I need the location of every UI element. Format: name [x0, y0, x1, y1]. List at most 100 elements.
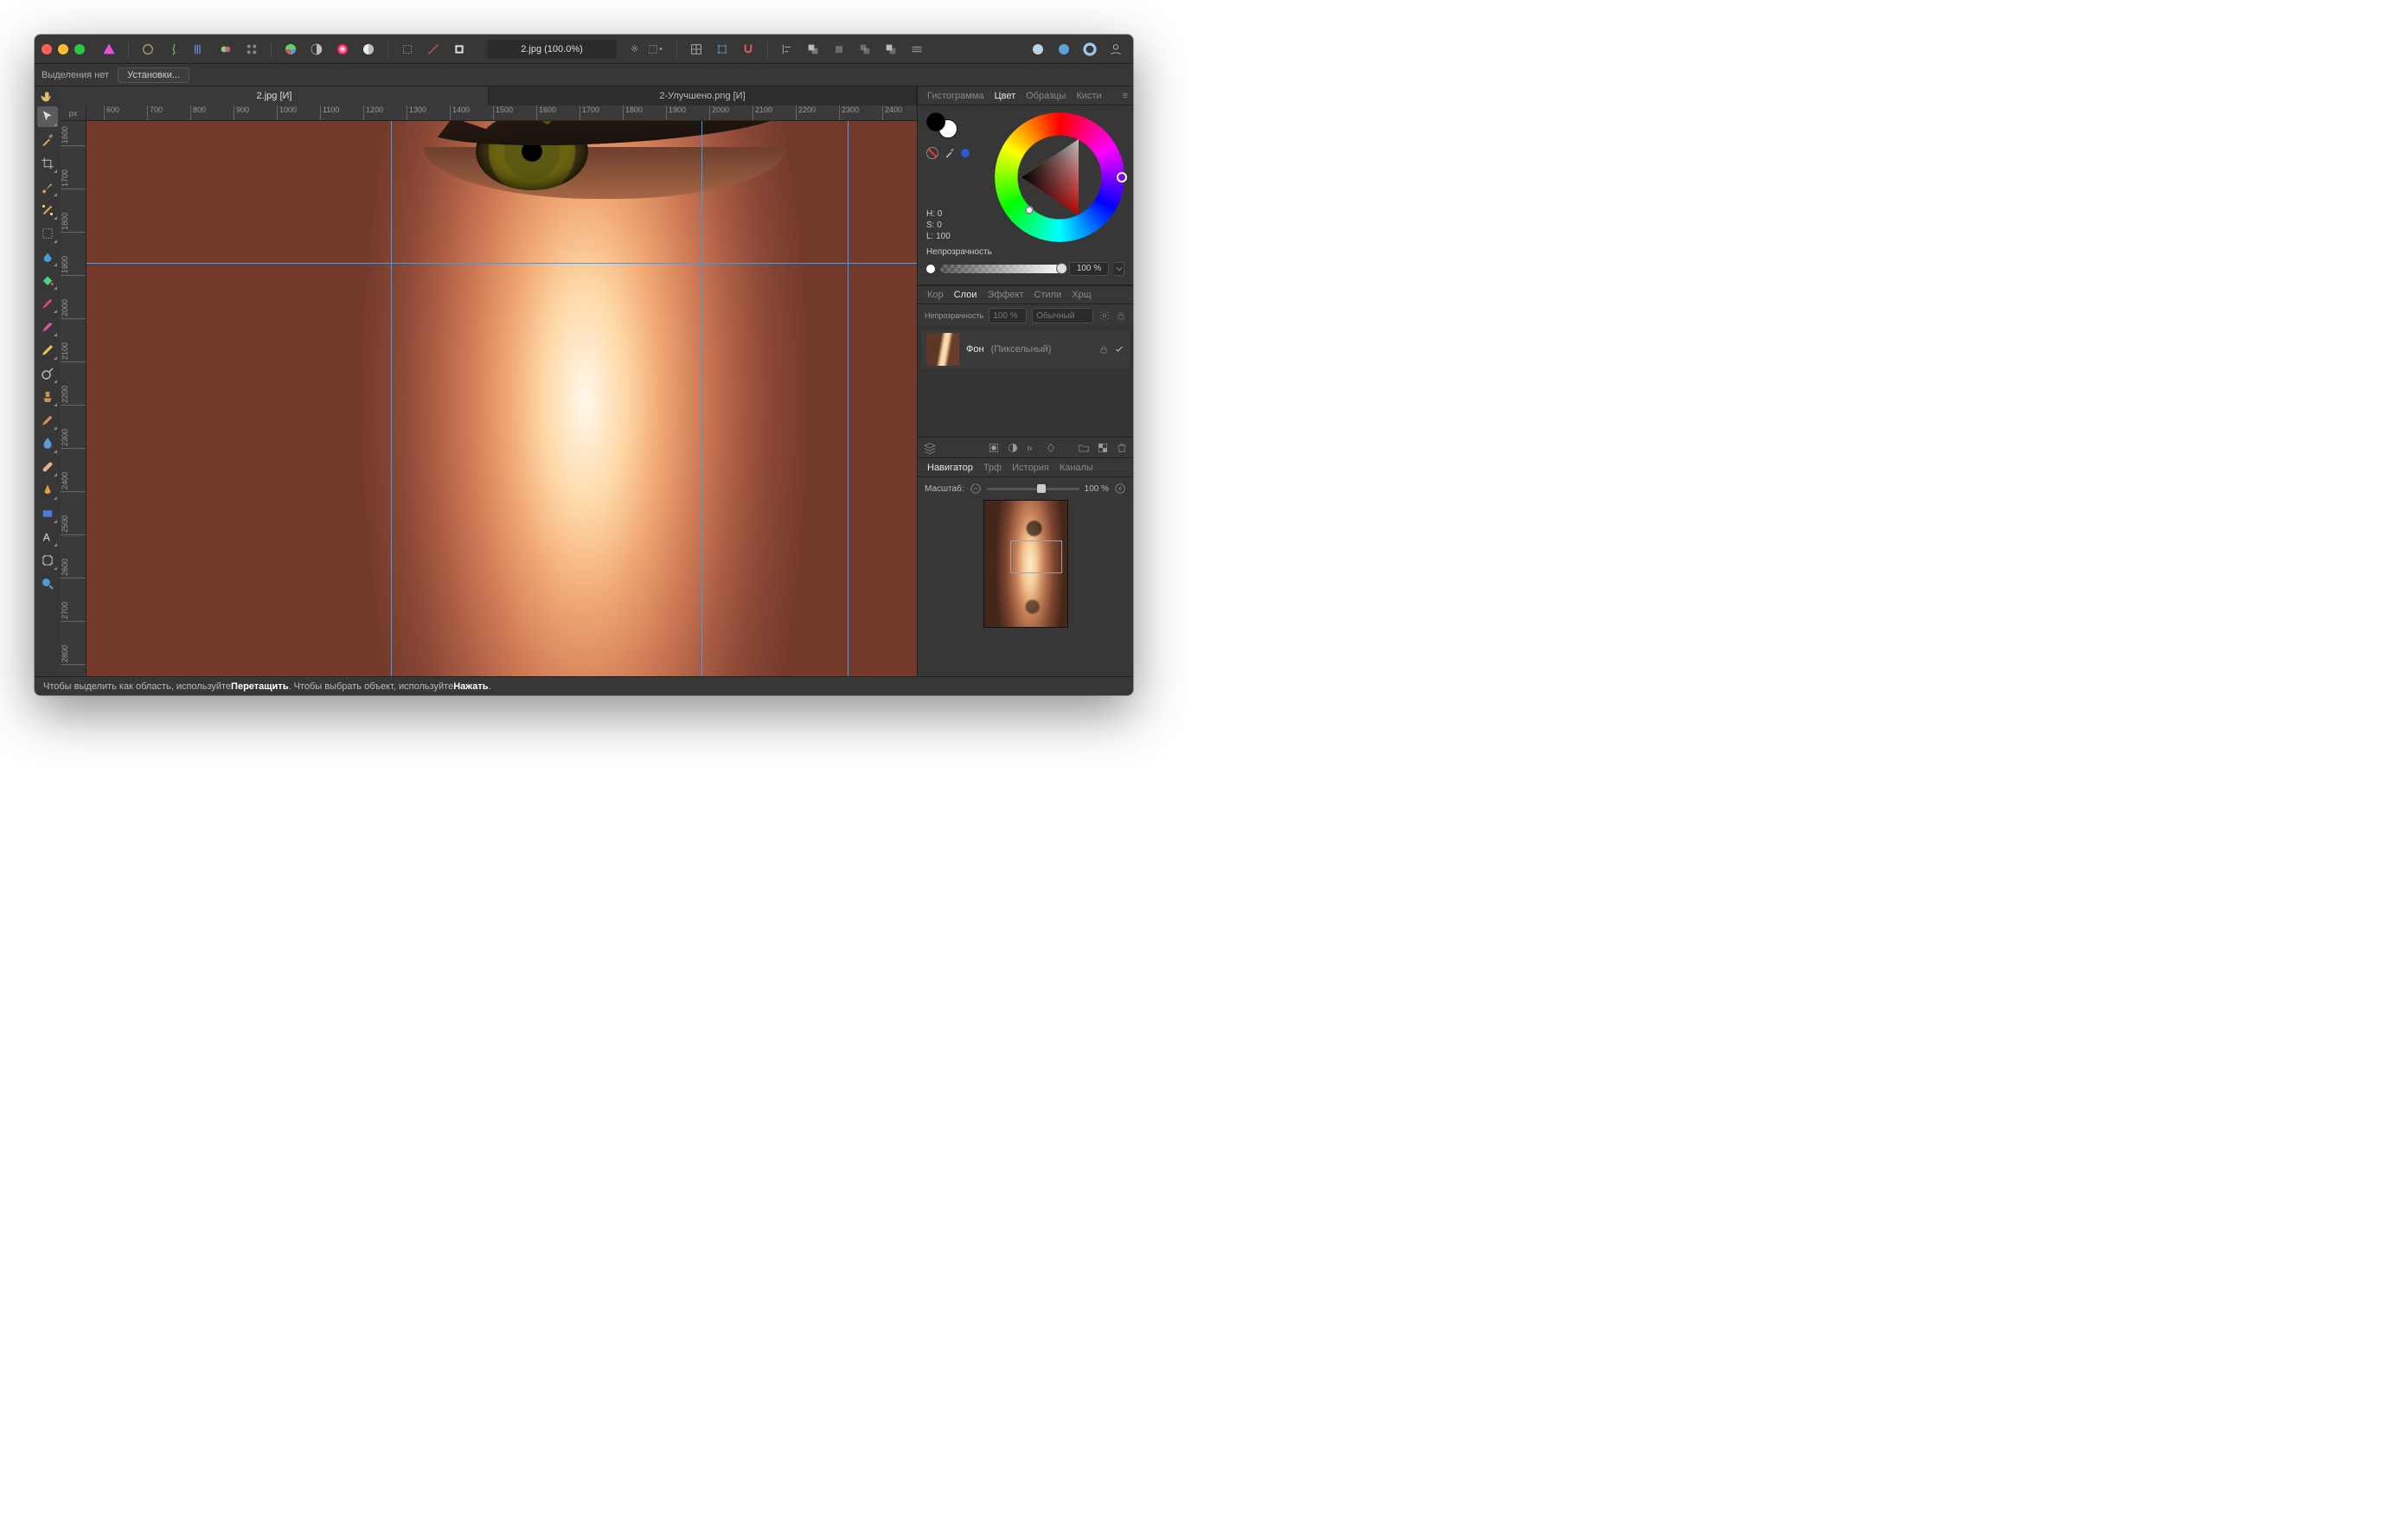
- presets-button[interactable]: Установки...: [118, 67, 189, 83]
- guide-vertical[interactable]: [701, 121, 702, 676]
- color-wheel[interactable]: [995, 112, 1124, 242]
- zoom-in-icon[interactable]: [1114, 483, 1126, 495]
- pencil-tool[interactable]: [37, 340, 58, 361]
- tab-history[interactable]: История: [1008, 463, 1054, 473]
- align-left-icon[interactable]: [777, 39, 797, 60]
- add-pixel-layer-icon[interactable]: [1097, 442, 1109, 454]
- tab-swatches[interactable]: Образцы: [1021, 91, 1070, 101]
- brush-tool[interactable]: [37, 293, 58, 314]
- quickmask-icon[interactable]: [397, 39, 418, 60]
- assets-icon[interactable]: [449, 39, 470, 60]
- guide-vertical[interactable]: [848, 121, 849, 676]
- blur-tool[interactable]: [37, 433, 58, 454]
- zoom-out-icon[interactable]: [970, 483, 982, 495]
- layer-opacity-field[interactable]: 100 %: [989, 308, 1027, 323]
- flood-fill-tool[interactable]: [37, 270, 58, 291]
- canvas[interactable]: [86, 121, 917, 676]
- no-color-icon[interactable]: [926, 147, 938, 159]
- flood-select-tool[interactable]: [37, 246, 58, 267]
- primary-color[interactable]: [926, 112, 945, 131]
- fx-brush-tool[interactable]: [37, 200, 58, 221]
- channels-split-icon[interactable]: [280, 39, 301, 60]
- zoom-knob[interactable]: [1037, 484, 1046, 493]
- paint-brush-tool[interactable]: [37, 176, 58, 197]
- visibility-check-icon[interactable]: [1114, 344, 1124, 355]
- tab-transform[interactable]: Трф: [979, 463, 1006, 473]
- marquee-tool[interactable]: [37, 223, 58, 244]
- layer-row[interactable]: Фон (Пиксельный): [921, 330, 1130, 368]
- tab-color[interactable]: Цвет: [990, 91, 1021, 101]
- tab-adjustments[interactable]: Кор: [923, 290, 948, 300]
- tab-effects[interactable]: Эффект: [983, 290, 1028, 300]
- layer-blend-mode[interactable]: Обычный: [1032, 308, 1093, 323]
- layers-stack-icon[interactable]: [923, 441, 937, 455]
- persona-photo-icon[interactable]: [138, 39, 158, 60]
- adjustment-icon[interactable]: [1007, 442, 1019, 454]
- opacity-slider[interactable]: [940, 265, 1064, 273]
- lock-icon[interactable]: [1098, 344, 1109, 355]
- refine-icon[interactable]: [423, 39, 444, 60]
- arrange-front-icon[interactable]: [829, 39, 849, 60]
- ruler-vertical[interactable]: 1600170018001900200021002200230024002500…: [61, 121, 86, 676]
- zoom-slider[interactable]: [987, 488, 1079, 490]
- panel-menu-icon[interactable]: ≡: [1123, 91, 1128, 101]
- opacity-dropdown[interactable]: [1114, 262, 1124, 276]
- document-tab[interactable]: 2-Улучшено.png [И]: [489, 86, 917, 105]
- tab-layers[interactable]: Слои: [950, 290, 982, 300]
- opacity-value[interactable]: 100 %: [1069, 262, 1109, 276]
- pen-tool[interactable]: [37, 480, 58, 501]
- guide-horizontal[interactable]: [86, 263, 917, 264]
- studio-right-icon[interactable]: [1079, 39, 1100, 60]
- folder-icon[interactable]: [1078, 442, 1090, 454]
- flip-icon[interactable]: [906, 39, 927, 60]
- arrange-back-icon[interactable]: [855, 39, 875, 60]
- hue-handle[interactable]: [1117, 172, 1127, 182]
- studio-left-icon[interactable]: [1028, 39, 1048, 60]
- mesh-tool[interactable]: [37, 550, 58, 571]
- gear-icon[interactable]: [1098, 310, 1111, 322]
- bw-preview-icon[interactable]: [306, 39, 327, 60]
- color-picker-tool[interactable]: [37, 130, 58, 150]
- fx-icon[interactable]: fx: [1026, 442, 1038, 454]
- studio-middle-icon[interactable]: [1054, 39, 1074, 60]
- text-tool[interactable]: A: [37, 527, 58, 547]
- sv-handle[interactable]: [1025, 206, 1034, 214]
- move-tool[interactable]: [37, 106, 58, 127]
- clone-tool[interactable]: [37, 387, 58, 407]
- tab-histogram[interactable]: Гистограмма: [923, 91, 989, 101]
- minimize-window[interactable]: [58, 44, 68, 54]
- guides-icon[interactable]: [712, 39, 733, 60]
- tab-cog[interactable]: Хрщ: [1067, 290, 1096, 300]
- snap-icon[interactable]: [738, 39, 759, 60]
- persona-tone-icon[interactable]: [215, 39, 236, 60]
- crop-layer-icon[interactable]: [1045, 442, 1057, 454]
- zoom-tool[interactable]: [37, 573, 58, 594]
- tab-styles[interactable]: Стили: [1030, 290, 1066, 300]
- navigator-viewport[interactable]: [1010, 540, 1062, 573]
- tab-brushes[interactable]: Кисти: [1072, 91, 1105, 101]
- rectangle-tool[interactable]: [37, 503, 58, 524]
- persona-export-icon[interactable]: [241, 39, 262, 60]
- tab-channels[interactable]: Каналы: [1055, 463, 1098, 473]
- document-tab[interactable]: 2.jpg [И]: [61, 86, 489, 105]
- persona-liquify-icon[interactable]: [163, 39, 184, 60]
- account-icon[interactable]: [1105, 39, 1126, 60]
- background-selector[interactable]: [644, 39, 668, 60]
- arrange-forward-icon[interactable]: [881, 39, 901, 60]
- crop-tool[interactable]: [37, 153, 58, 174]
- color-wheel-icon[interactable]: [332, 39, 353, 60]
- heal-tool[interactable]: [37, 457, 58, 477]
- softproof-icon[interactable]: [358, 39, 379, 60]
- lock-icon[interactable]: [1116, 310, 1126, 322]
- dodge-tool[interactable]: [37, 363, 58, 384]
- color-swatches[interactable]: [926, 112, 957, 138]
- tab-navigator[interactable]: Навигатор: [923, 463, 977, 473]
- eyedropper-icon[interactable]: [944, 147, 956, 159]
- guide-vertical[interactable]: [391, 121, 392, 676]
- navigator-thumbnail[interactable]: [983, 500, 1068, 628]
- z-order-icon[interactable]: [803, 39, 823, 60]
- zoom-window[interactable]: [74, 44, 85, 54]
- trash-icon[interactable]: [1116, 442, 1128, 454]
- mask-icon[interactable]: [988, 442, 1000, 454]
- ruler-horizontal[interactable]: 6007008009001000110012001300140015001600…: [86, 105, 917, 121]
